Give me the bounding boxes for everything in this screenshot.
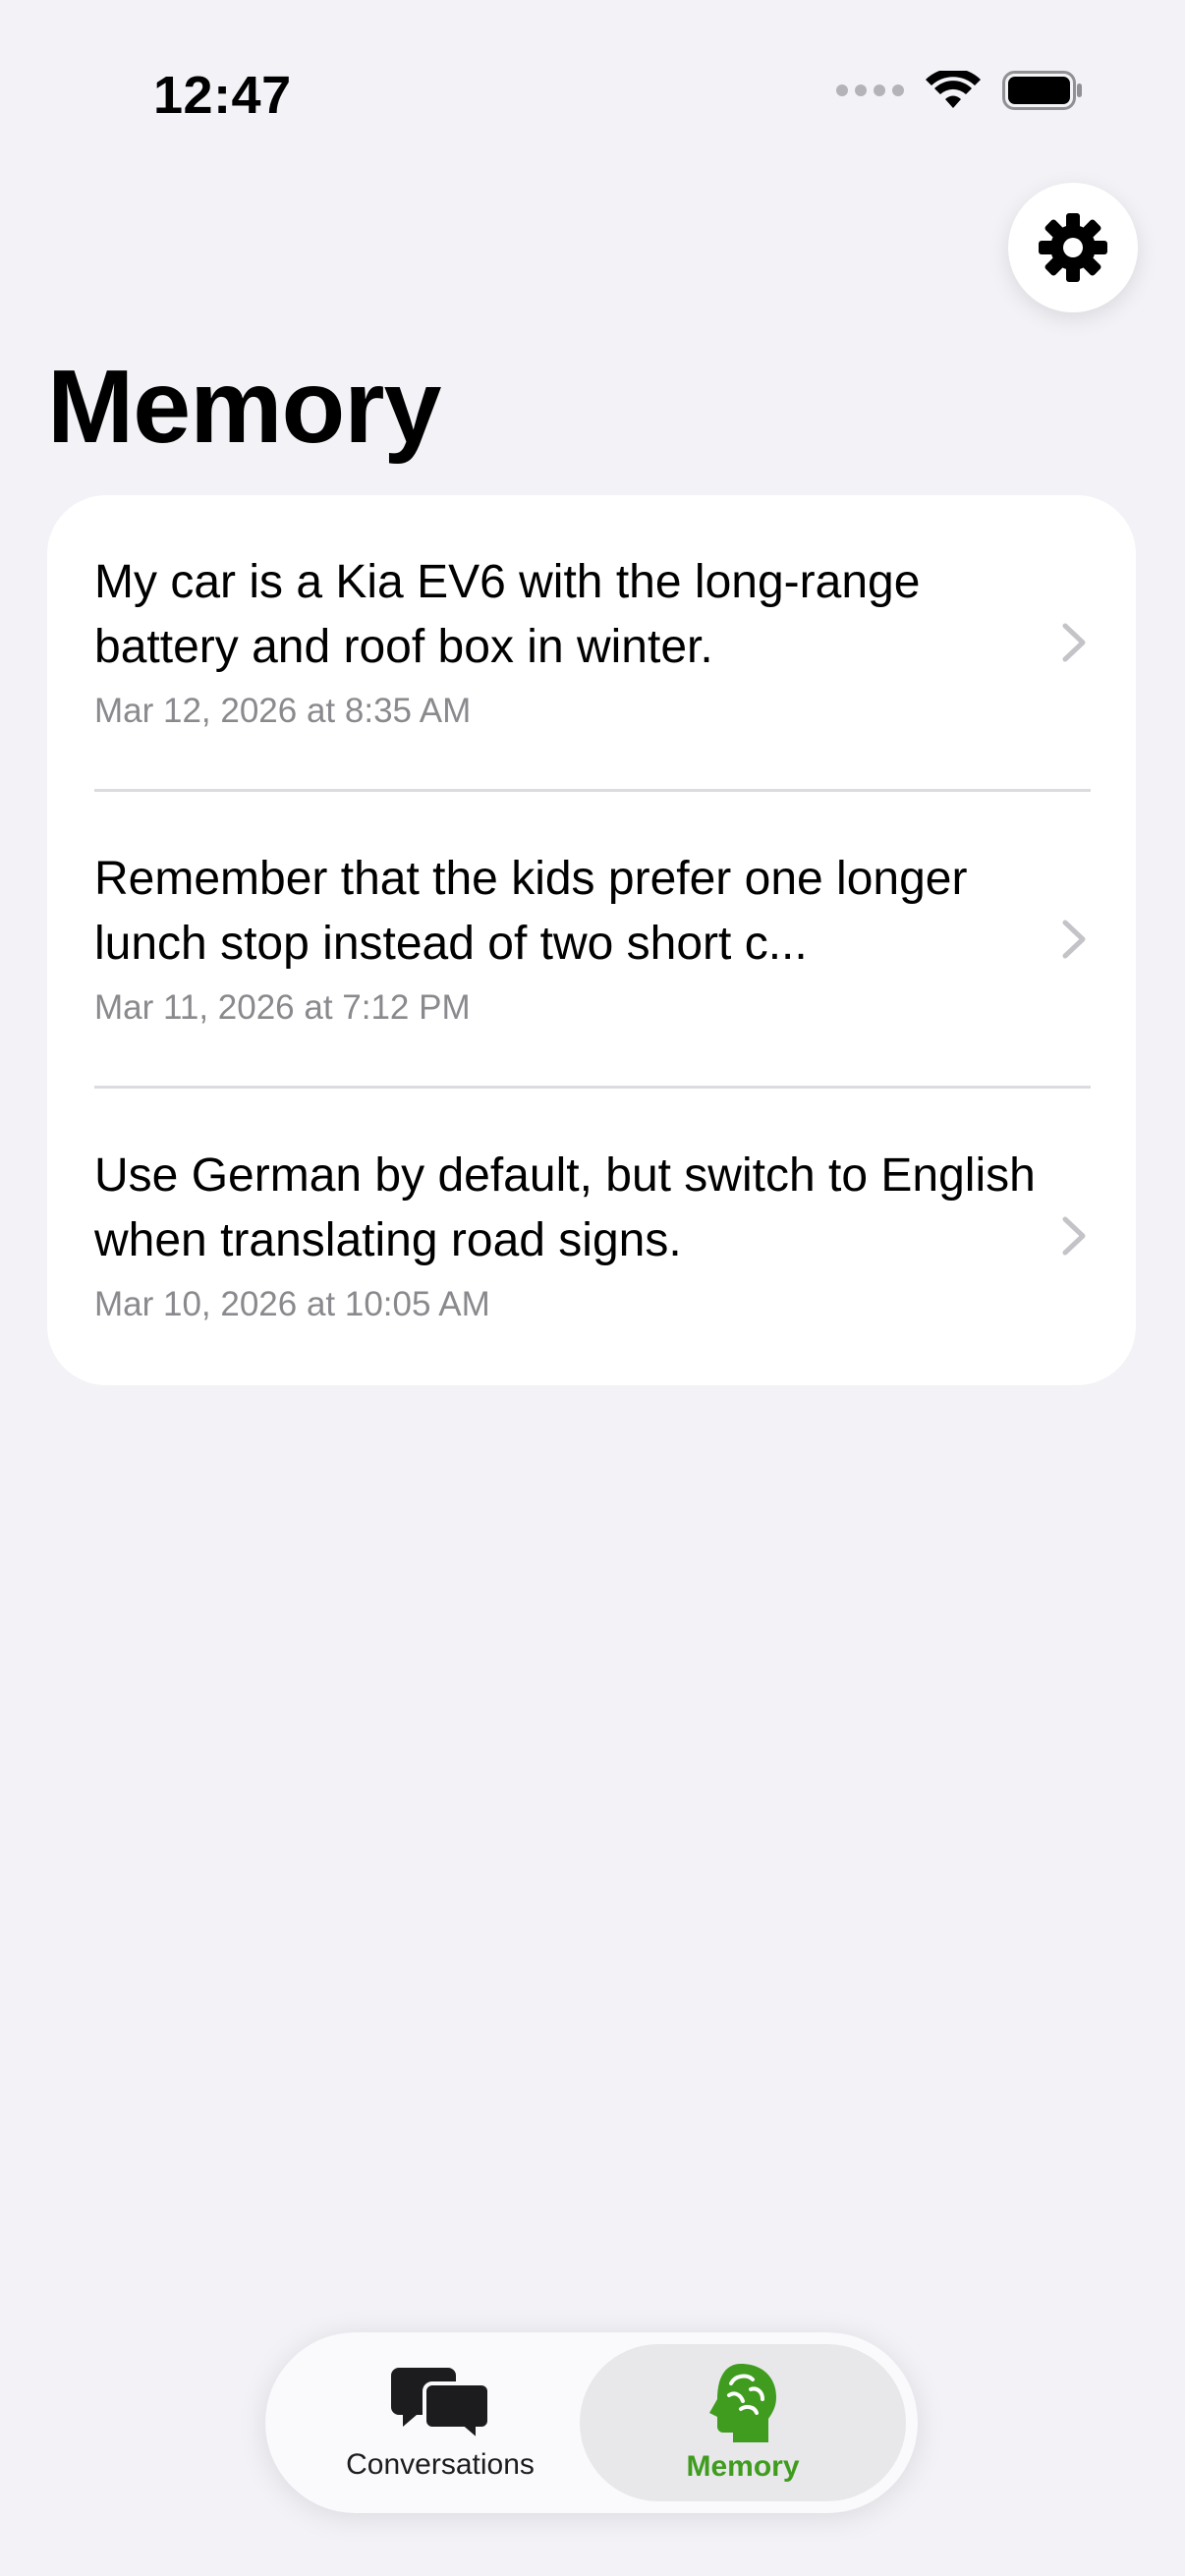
chat-bubbles-icon (391, 2368, 489, 2442)
battery-icon (1002, 71, 1082, 110)
memory-item[interactable]: Use German by default, but switch to Eng… (47, 1089, 1136, 1385)
memory-date: Mar 11, 2026 at 7:12 PM (94, 988, 471, 1027)
memory-item[interactable]: Remember that the kids prefer one longer… (47, 792, 1136, 1089)
memory-list: My car is a Kia EV6 with the long-range … (47, 495, 1136, 1385)
chevron-right-icon (1062, 920, 1086, 959)
screen: 12:47 Memory My car is a Kia EV6 with th… (0, 0, 1185, 2576)
memory-date: Mar 10, 2026 at 10:05 AM (94, 1285, 490, 1323)
wifi-icon (926, 71, 981, 108)
chevron-right-icon (1062, 1216, 1086, 1256)
tab-bar: Conversations Memory (265, 2332, 918, 2513)
cellular-signal-icon (836, 84, 904, 96)
memory-item[interactable]: My car is a Kia EV6 with the long-range … (47, 495, 1136, 792)
brain-head-icon (709, 2364, 776, 2442)
page-title: Memory (47, 349, 441, 465)
tab-memory[interactable]: Memory (580, 2344, 906, 2501)
tab-label: Conversations (346, 2448, 535, 2481)
status-time: 12:47 (153, 66, 292, 125)
gear-icon (1039, 213, 1107, 282)
memory-text: Use German by default, but switch to Eng… (94, 1149, 1036, 1266)
settings-button[interactable] (1008, 183, 1138, 312)
memory-date: Mar 12, 2026 at 8:35 AM (94, 692, 472, 730)
tab-label: Memory (686, 2450, 800, 2483)
tab-conversations[interactable]: Conversations (293, 2344, 588, 2501)
memory-text: Remember that the kids prefer one longer… (94, 853, 968, 970)
chevron-right-icon (1062, 623, 1086, 662)
memory-text: My car is a Kia EV6 with the long-range … (94, 556, 921, 673)
status-icons (836, 71, 1083, 110)
